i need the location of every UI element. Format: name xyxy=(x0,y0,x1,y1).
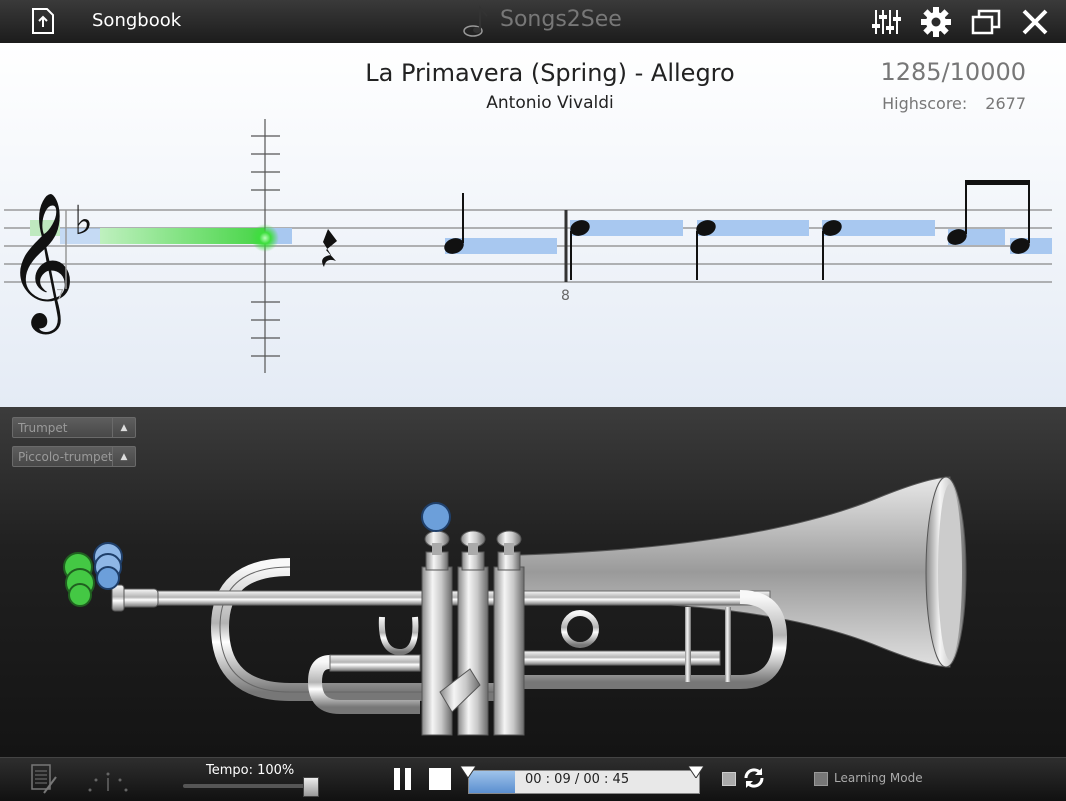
window-restore-icon[interactable] xyxy=(970,6,1002,38)
quarter-rest xyxy=(322,229,337,267)
tempo-slider[interactable] xyxy=(183,784,318,788)
music-staff: 𝄞 ♭ 7 8 xyxy=(4,119,1052,373)
loop-icon[interactable] xyxy=(742,766,766,790)
close-icon[interactable] xyxy=(1019,6,1051,38)
pitch-indicator xyxy=(251,224,279,252)
mixer-icon[interactable] xyxy=(870,6,902,38)
top-bar: Songbook Songs2See xyxy=(0,0,1066,44)
lip-indicator xyxy=(96,566,120,590)
playback-time: 00 : 09 / 00 : 45 xyxy=(525,772,630,787)
played-note-bar xyxy=(100,228,265,244)
measure-number: 7 xyxy=(56,288,64,303)
trumpet-illustration xyxy=(63,476,967,736)
app-logo-text: Songs2See xyxy=(500,7,622,32)
pause-icon[interactable] xyxy=(392,767,414,791)
metronome-icon[interactable] xyxy=(86,764,130,794)
learning-mode-checkbox[interactable] xyxy=(814,772,828,786)
measure-number: 8 xyxy=(561,288,570,304)
bottom-toolbar: Tempo: 100% 00 : 09 / 00 : 45 Learning M… xyxy=(0,757,1066,801)
lip-indicator xyxy=(68,583,92,607)
loop-end-marker-icon[interactable] xyxy=(688,766,704,778)
loop-start-marker-icon[interactable] xyxy=(460,766,476,778)
loop-checkbox[interactable] xyxy=(722,772,736,786)
songbook-button[interactable]: Songbook xyxy=(92,10,181,31)
tempo-slider-handle[interactable] xyxy=(303,777,319,797)
instrument-panel: Trumpet ▲ Piccolo-trumpet ▲ xyxy=(0,407,1066,757)
stop-icon[interactable] xyxy=(429,767,451,791)
learning-mode-label: Learning Mode xyxy=(834,771,923,785)
gear-icon[interactable] xyxy=(920,6,952,38)
valve-indicator xyxy=(421,502,451,532)
notes-editor-icon[interactable] xyxy=(30,763,58,795)
tempo-label: Tempo: 100% xyxy=(206,763,295,778)
note-beam xyxy=(965,180,1030,185)
new-song-icon[interactable] xyxy=(30,7,56,35)
flat-sign: ♭ xyxy=(74,198,93,244)
